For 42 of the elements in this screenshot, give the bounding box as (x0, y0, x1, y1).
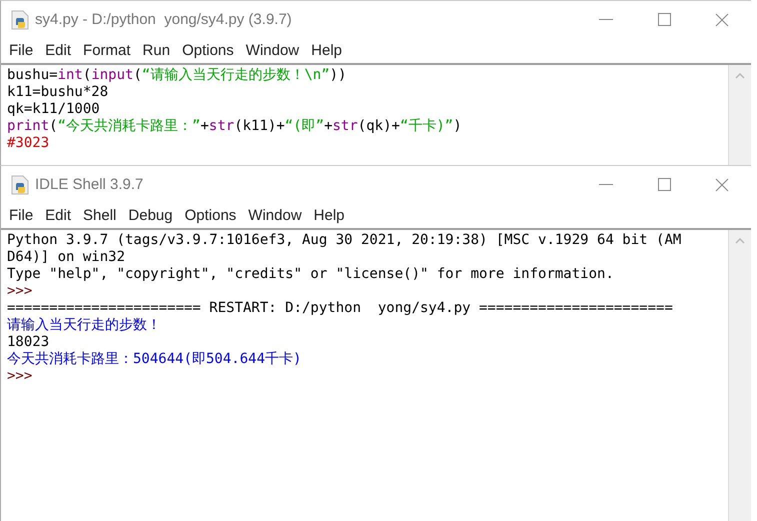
menu-item[interactable]: Help (314, 207, 345, 224)
code-line: #3023 (7, 135, 50, 152)
code-line: bushu=int(input(“请输入当天行走的步数！\n”)) (7, 67, 348, 84)
window-title: IDLE Shell 3.9.7 (35, 176, 144, 193)
minimize-icon (599, 18, 613, 20)
close-icon (715, 178, 729, 192)
menu-item[interactable]: Window (248, 207, 302, 224)
scrollbar[interactable] (728, 230, 751, 521)
menu-item[interactable]: File (9, 42, 34, 59)
menu-item[interactable]: Edit (45, 42, 72, 59)
maximize-icon (658, 178, 670, 191)
shell-line: Type "help", "copyright", "credits" or "license()" for more information. (7, 266, 615, 283)
chevron-up-icon[interactable] (735, 73, 745, 79)
shell-line: D64)] on win32 (7, 249, 126, 266)
menu-item[interactable]: Window (246, 42, 300, 59)
shell-line: >>> (7, 368, 34, 385)
menu-item[interactable]: Edit (45, 207, 72, 224)
shell-line: 18023 (7, 334, 50, 351)
close-icon (715, 12, 729, 26)
menu-item[interactable]: Run (142, 42, 170, 59)
menu-item[interactable]: Help (311, 42, 342, 59)
menu-item[interactable]: Shell (83, 207, 116, 224)
minimize-icon (599, 184, 613, 186)
menu-item[interactable]: File (9, 207, 34, 224)
shell-line: Python 3.9.7 (tags/v3.9.7:1016ef3, Aug 30 2021, 20:19:38) [MSC v.1929 64 bit (AM (7, 232, 682, 249)
menu-item[interactable]: Format (83, 42, 131, 59)
code-line: print(“今天共消耗卡路里：”+str(k11)+“(即”+str(qk)+“千卡)”) (7, 118, 463, 135)
window-title: sy4.py - D:/python yong/sy4.py (3.9.7) (35, 11, 292, 28)
chevron-up-icon[interactable] (735, 238, 745, 244)
maximize-icon (658, 13, 670, 26)
code-line: k11=bushu*28 (7, 84, 110, 101)
python-file-icon (11, 174, 29, 194)
scrollbar[interactable] (728, 65, 751, 165)
python-file-icon (11, 10, 29, 30)
menu-item[interactable]: Debug (128, 207, 173, 224)
menu-item[interactable]: Options (182, 42, 234, 59)
code-line: qk=k11/1000 (7, 101, 101, 118)
shell-line: 今天共消耗卡路里：504644(即504.644千卡) (7, 351, 302, 368)
shell-line: 请输入当天行走的步数！ (7, 317, 162, 334)
shell-line: >>> (7, 283, 34, 300)
menu-item[interactable]: Options (184, 207, 236, 224)
shell-line: ======================= RESTART: D:/python yong/sy4.py ======================= (7, 300, 674, 317)
